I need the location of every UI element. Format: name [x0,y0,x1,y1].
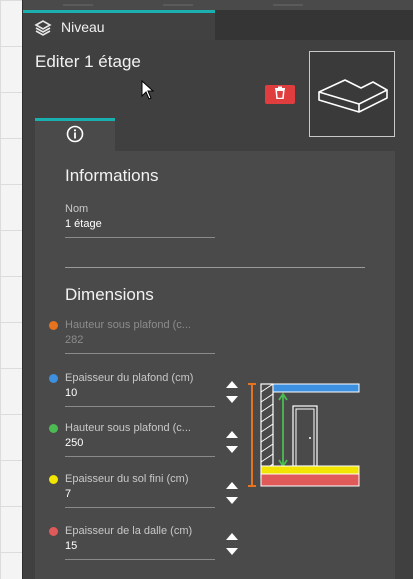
epaisseur-dalle-field[interactable]: Epaisseur de la dalle (cm) 15 [65,525,215,560]
floor-section-diagram [248,383,360,487]
page-title: Editer 1 étage [35,52,141,71]
orange-dot [49,321,58,330]
level-shape-icon [318,79,388,113]
level-panel: Niveau Editer 1 étage Informations Nom 1… [22,0,413,579]
blue-dot [49,374,58,383]
red-dot [49,527,58,536]
delete-button[interactable] [265,85,295,104]
increment-icon[interactable] [226,482,238,489]
field-label: Epaisseur du sol fini (cm) [65,473,189,485]
hauteur-sous-plafond-field[interactable]: Hauteur sous plafond (c... 250 [65,422,215,457]
increment-icon[interactable] [226,533,238,540]
level-thumbnail[interactable] [309,51,395,137]
yellow-dot [49,475,58,484]
info-content: Informations Nom 1 étage Dimensions Haut… [35,151,395,579]
info-icon [66,125,84,148]
field-label: Epaisseur du plafond (cm) [65,372,194,384]
decrement-icon[interactable] [226,446,238,453]
mouse-cursor-icon [141,79,155,105]
decrement-icon[interactable] [226,497,238,504]
decrement-icon[interactable] [226,396,238,403]
green-dot [49,424,58,433]
field-input[interactable]: 7 [65,488,215,508]
epaisseur-plafond-field[interactable]: Epaisseur du plafond (cm) 10 [65,372,215,407]
field-input[interactable]: 15 [65,540,215,560]
tab-info[interactable] [35,118,115,152]
tab-niveau[interactable]: Niveau [23,10,215,40]
field-input[interactable]: 250 [65,437,215,457]
quantity-stepper[interactable] [225,482,239,504]
decrement-icon[interactable] [226,548,238,555]
field-label: Hauteur sous plafond (c... [65,422,191,434]
dimensions-title: Dimensions [65,285,154,304]
trash-icon [274,86,286,104]
section-divider [65,267,365,268]
increment-icon[interactable] [226,381,238,388]
nom-field[interactable]: Nom 1 étage [65,203,215,238]
layers-icon [33,17,53,37]
field-label: Hauteur sous plafond (c... [65,319,191,331]
field-value: 282 [65,334,215,354]
quantity-stepper[interactable] [225,431,239,453]
informations-title: Informations [65,166,159,185]
quantity-stepper[interactable] [225,533,239,555]
field-input[interactable]: 10 [65,387,215,407]
epaisseur-sol-fini-field[interactable]: Epaisseur du sol fini (cm) 7 [65,473,215,508]
tab-label: Niveau [61,18,105,35]
nom-input[interactable]: 1 étage [65,218,215,238]
nom-label: Nom [65,203,89,215]
increment-icon[interactable] [226,431,238,438]
quantity-stepper[interactable] [225,381,239,403]
hauteur-sous-plafond-total-field: Hauteur sous plafond (c... 282 [65,319,215,354]
field-label: Epaisseur de la dalle (cm) [65,525,193,537]
